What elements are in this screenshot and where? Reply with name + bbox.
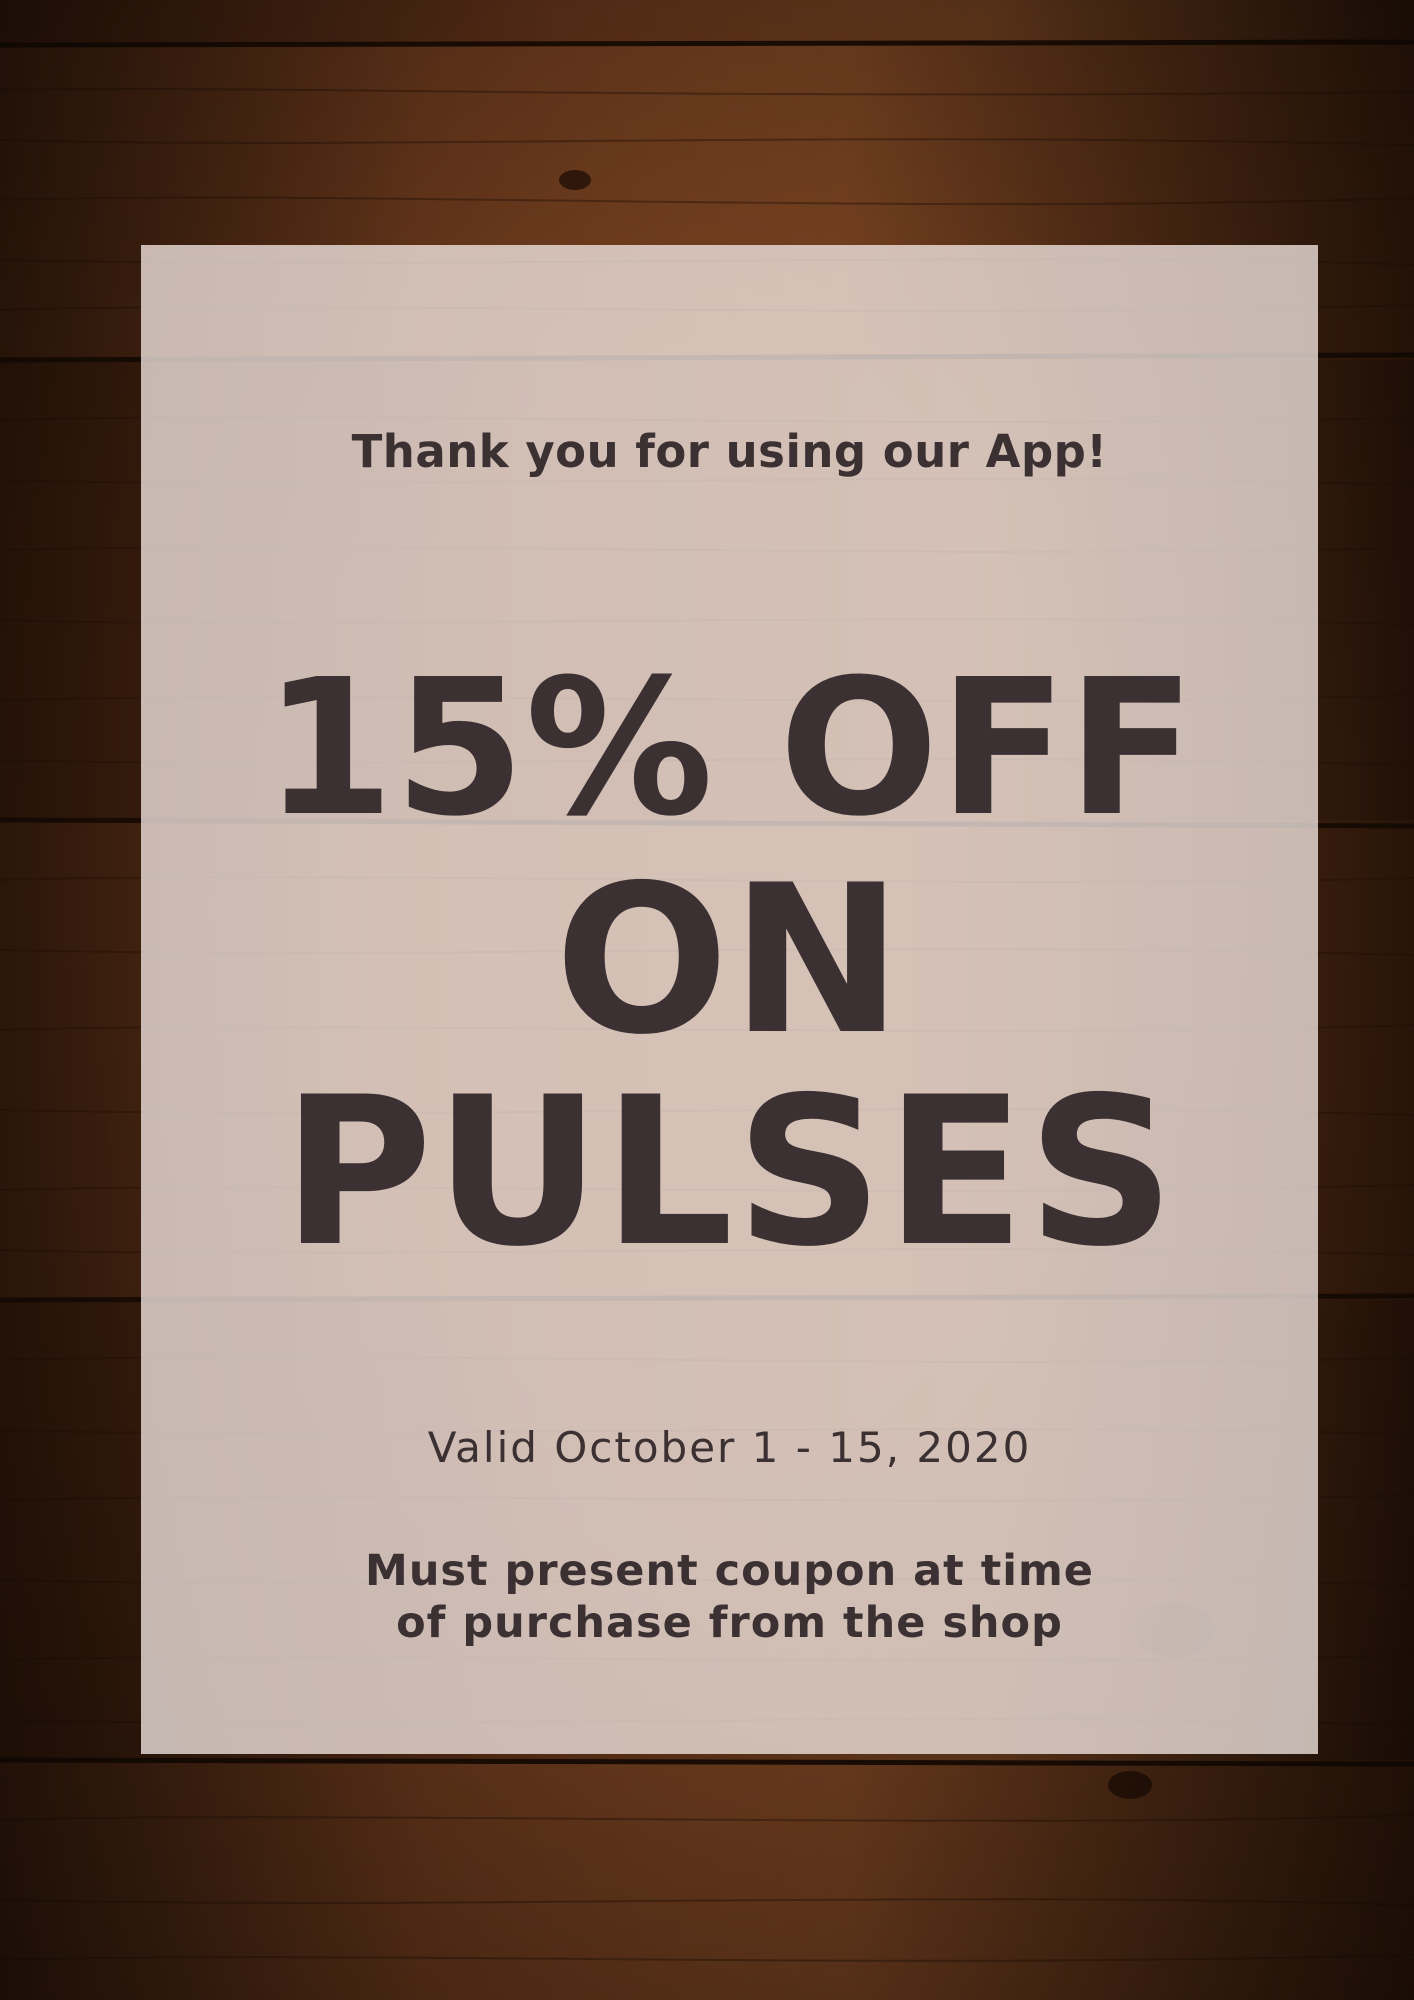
headline-line-3: PULSES [282, 1054, 1177, 1292]
validity-text: Valid October 1 - 15, 2020 [427, 1423, 1032, 1472]
terms-line-2: of purchase from the shop [396, 1598, 1063, 1648]
coupon-panel: Thank you for using our App! 15% OFF ON … [141, 245, 1318, 1754]
terms-line-1: Must present coupon at time [365, 1546, 1094, 1596]
discount-headline: 15% OFF ON PULSES [141, 639, 1318, 1292]
greeting-text: Thank you for using our App! [351, 425, 1108, 478]
headline-line-2: ON [554, 842, 905, 1080]
terms-text: Must present coupon at time of purchase … [141, 1545, 1318, 1649]
headline-line-1: 15% OFF [263, 639, 1196, 858]
